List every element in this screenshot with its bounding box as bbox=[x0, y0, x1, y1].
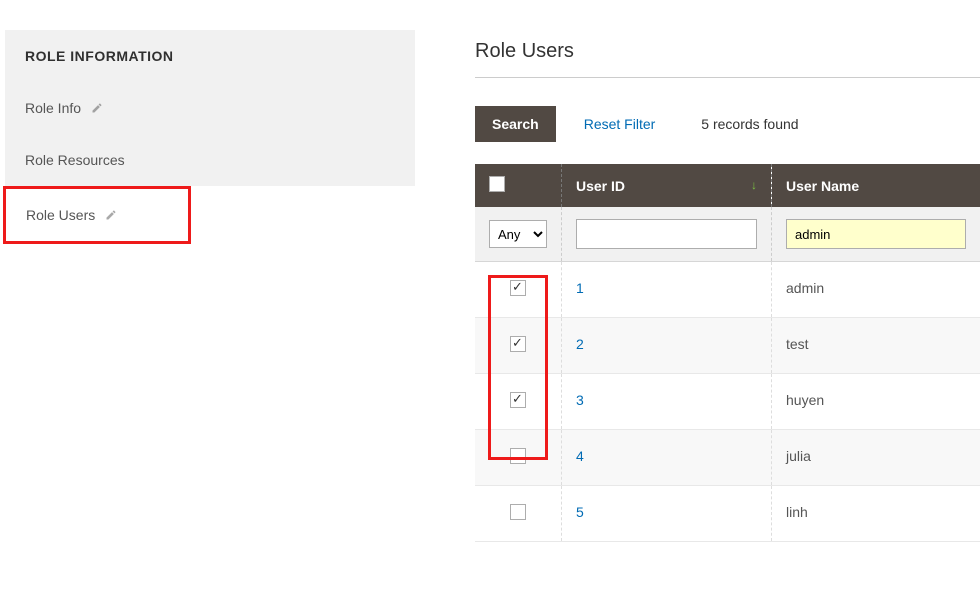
user-name-cell: huyen bbox=[772, 374, 980, 430]
sidebar-item-label: Role Info bbox=[25, 100, 81, 116]
records-found-text: 5 records found bbox=[701, 116, 798, 132]
sort-arrow-icon: ↓ bbox=[751, 178, 757, 192]
sidebar-item-role-info[interactable]: Role Info bbox=[5, 82, 415, 134]
sidebar-item-label: Role Users bbox=[26, 207, 95, 223]
filter-row: Any bbox=[475, 207, 980, 262]
filter-any-select[interactable]: Any bbox=[489, 220, 547, 248]
sidebar-item-role-resources[interactable]: Role Resources bbox=[5, 134, 415, 186]
row-checkbox[interactable] bbox=[510, 336, 526, 352]
users-table: User ID ↓ User Name Any bbox=[475, 164, 980, 542]
user-id-link[interactable]: 4 bbox=[576, 448, 584, 464]
row-checkbox[interactable] bbox=[510, 392, 526, 408]
user-name-cell: linh bbox=[772, 486, 980, 542]
toolbar: Search Reset Filter 5 records found bbox=[475, 106, 980, 142]
user-name-cell: test bbox=[772, 318, 980, 374]
row-checkbox[interactable] bbox=[510, 448, 526, 464]
sidebar-item-label: Role Resources bbox=[25, 152, 125, 168]
table-row[interactable]: 1 admin bbox=[475, 262, 980, 318]
header-user-id[interactable]: User ID ↓ bbox=[562, 164, 772, 207]
pencil-icon bbox=[105, 209, 117, 221]
user-name-cell: julia bbox=[772, 430, 980, 486]
table-row[interactable]: 5 linh bbox=[475, 486, 980, 542]
header-user-name[interactable]: User Name bbox=[772, 164, 980, 207]
user-id-link[interactable]: 5 bbox=[576, 504, 584, 520]
header-checkbox-cell bbox=[475, 164, 562, 207]
sidebar: ROLE INFORMATION Role Info Role Resource… bbox=[5, 30, 415, 542]
user-name-cell: admin bbox=[772, 262, 980, 318]
table-row[interactable]: 2 test bbox=[475, 318, 980, 374]
search-button[interactable]: Search bbox=[475, 106, 556, 142]
row-checkbox[interactable] bbox=[510, 504, 526, 520]
row-checkbox[interactable] bbox=[510, 280, 526, 296]
select-all-checkbox[interactable] bbox=[489, 176, 505, 192]
table-row[interactable]: 3 huyen bbox=[475, 374, 980, 430]
user-id-link[interactable]: 2 bbox=[576, 336, 584, 352]
user-id-link[interactable]: 3 bbox=[576, 392, 584, 408]
sidebar-heading: ROLE INFORMATION bbox=[5, 30, 415, 82]
user-id-link[interactable]: 1 bbox=[576, 280, 584, 296]
main-panel: Role Users Search Reset Filter 5 records… bbox=[475, 30, 980, 542]
table-row[interactable]: 4 julia bbox=[475, 430, 980, 486]
sidebar-item-role-users[interactable]: Role Users bbox=[6, 189, 188, 241]
page-title: Role Users bbox=[475, 40, 980, 78]
pencil-icon bbox=[91, 102, 103, 114]
filter-user-id-input[interactable] bbox=[576, 219, 757, 249]
filter-user-name-input[interactable] bbox=[786, 219, 966, 249]
reset-filter-link[interactable]: Reset Filter bbox=[584, 116, 656, 132]
highlight-annotation: Role Users bbox=[3, 186, 191, 244]
